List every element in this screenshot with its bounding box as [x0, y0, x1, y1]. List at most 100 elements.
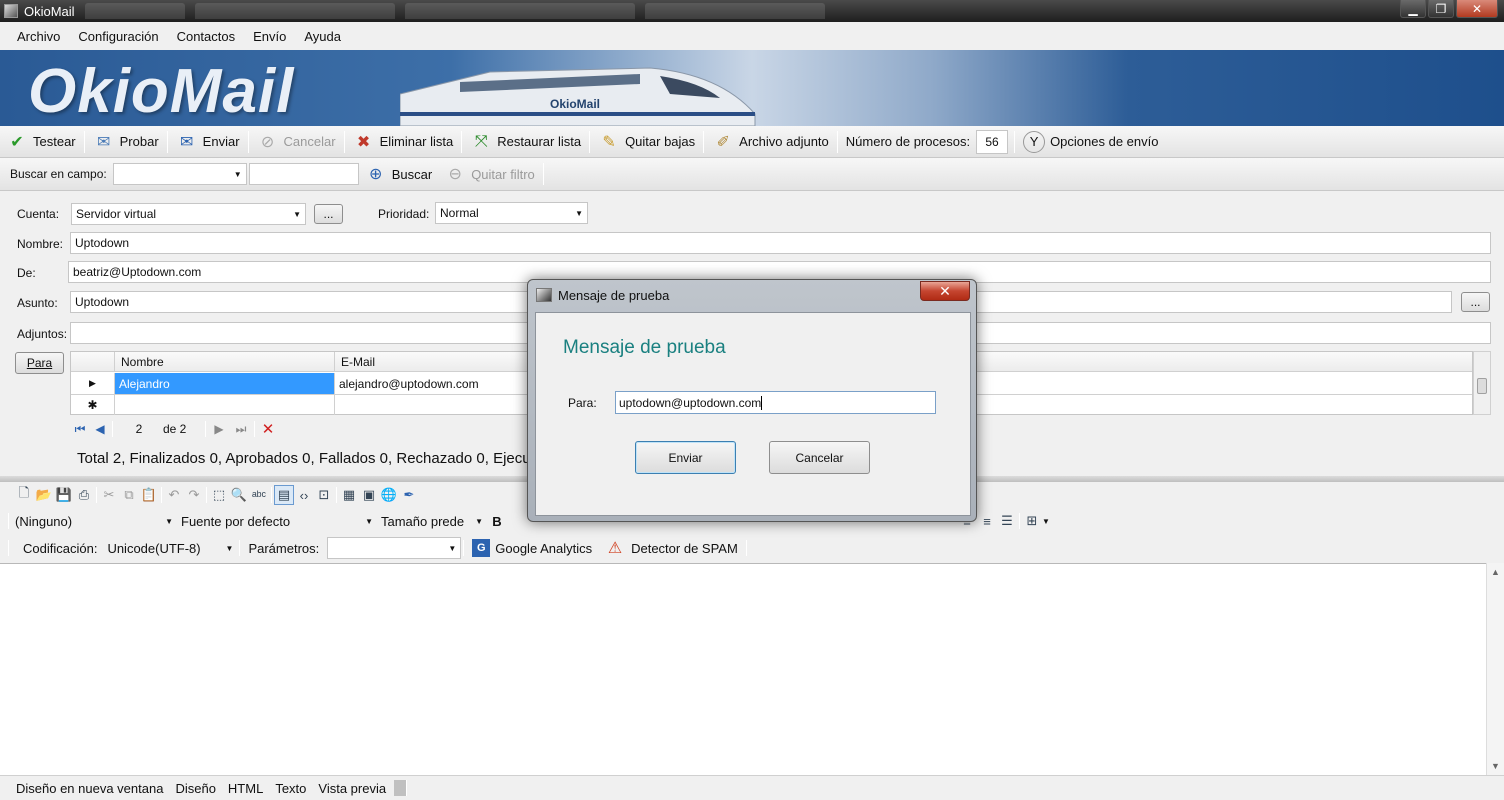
borders-icon[interactable]: ⊞ [1022, 511, 1042, 531]
align-right-icon[interactable]: ≡ [977, 511, 997, 531]
menu-ayuda[interactable]: Ayuda [295, 29, 350, 44]
dropdown-arrow-icon: ▼ [225, 543, 234, 553]
search-text-input[interactable] [248, 163, 359, 185]
nombre-input[interactable]: Uptodown [70, 232, 1491, 254]
probar-button[interactable]: ✉ Probar [87, 127, 165, 157]
cancelar-button[interactable]: ⊘ Cancelar [251, 127, 342, 157]
minimize-button[interactable]: ▁ [1400, 0, 1426, 18]
delete-row-icon[interactable]: ✕ [257, 420, 279, 438]
menu-configuracion[interactable]: Configuración [69, 29, 167, 44]
parametros-select[interactable]: ▼ [327, 537, 462, 559]
preview-icon[interactable]: ⊡ [314, 485, 334, 505]
test-message-dialog: Mensaje de prueba ✕ Mensaje de prueba Pa… [527, 279, 977, 522]
detector-spam-button[interactable]: ⚠ Detector de SPAM [598, 533, 744, 563]
codificacion-select[interactable]: Unicode(UTF-8) ▼ [103, 537, 237, 559]
asunto-browse-button[interactable]: ... [1461, 292, 1490, 312]
redo-icon[interactable]: ↷ [184, 485, 204, 505]
tab-vista-previa[interactable]: Vista previa [312, 781, 392, 796]
search-field-combo[interactable]: ▼ [112, 163, 247, 185]
cuenta-select[interactable]: Servidor virtual ▼ [71, 203, 306, 225]
tab-texto[interactable]: Texto [269, 781, 312, 796]
hyperlink-icon[interactable]: 🌐 [379, 485, 399, 505]
align-justify-icon[interactable]: ☰ [997, 511, 1017, 531]
google-analytics-button[interactable]: G Google Analytics [466, 533, 598, 563]
restaurar-lista-button[interactable]: ⤧ Restaurar lista [464, 127, 587, 157]
undo-icon[interactable]: ↶ [164, 485, 184, 505]
pen-icon[interactable]: ✒ [399, 485, 419, 505]
maximize-button[interactable]: ❐ [1428, 0, 1454, 18]
faded-tab [644, 3, 825, 19]
next-page-icon[interactable]: ▶ [208, 422, 230, 436]
quitar-bajas-button[interactable]: ✎ Quitar bajas [592, 127, 701, 157]
restore-list-icon: ⤧ [474, 132, 488, 150]
para-button[interactable]: Para [15, 352, 64, 374]
save-icon[interactable]: 💾 [54, 485, 74, 505]
spellcheck-icon[interactable]: ᵃᵇᶜ [249, 485, 269, 505]
page-number-input[interactable]: 2 [115, 422, 163, 436]
grid-scrollbar[interactable] [1473, 351, 1491, 415]
image-icon[interactable]: ▣ [359, 485, 379, 505]
dialog-cancelar-button[interactable]: Cancelar [769, 441, 870, 474]
print-icon[interactable]: ⎙ [74, 485, 94, 505]
prioridad-select[interactable]: Normal ▼ [435, 202, 588, 224]
scroll-up-icon[interactable]: ▲ [1491, 567, 1500, 577]
copy-icon[interactable]: ⧉ [119, 485, 139, 505]
dialog-body: Mensaje de prueba Para: uptodown@uptodow… [535, 312, 971, 516]
dialog-close-button[interactable]: ✕ [920, 281, 970, 301]
font-select[interactable]: Fuente por defecto ▼ [177, 510, 377, 532]
buscar-button[interactable]: ⊕ Buscar [359, 159, 438, 189]
menu-envio[interactable]: Envío [244, 29, 295, 44]
archivo-adjunto-button[interactable]: ✐ Archivo adjunto [706, 127, 835, 157]
tab-diseno[interactable]: Diseño [169, 781, 221, 796]
eliminar-lista-button[interactable]: ✖ Eliminar lista [347, 127, 460, 157]
table-row-nombre[interactable]: Alejandro [115, 373, 335, 395]
testear-button[interactable]: ✔ Testear [0, 127, 82, 157]
enviar-button[interactable]: ✉ Enviar [170, 127, 246, 157]
previous-page-icon[interactable]: ◀ [90, 422, 110, 436]
cuenta-label: Cuenta: [17, 207, 60, 221]
font-size-select[interactable]: Tamaño prede ▼ [377, 510, 487, 532]
last-page-icon[interactable]: ⏭ [230, 422, 252, 437]
check-icon: ✔ [10, 133, 24, 151]
open-folder-icon[interactable]: 📂 [34, 485, 54, 505]
totals-status: Total 2, Finalizados 0, Aprobados 0, Fal… [77, 450, 531, 467]
table-icon[interactable]: ▦ [339, 485, 359, 505]
dialog-enviar-button[interactable]: Enviar [635, 441, 736, 474]
tab-diseno-nueva-ventana[interactable]: Diseño en nueva ventana [10, 781, 169, 796]
dialog-app-icon [536, 288, 552, 302]
scroll-thumb[interactable] [1477, 378, 1487, 394]
cuenta-browse-button[interactable]: ... [314, 204, 343, 224]
new-document-icon[interactable]: 🗋 [14, 485, 34, 505]
html-view-icon[interactable]: ‹› [294, 485, 314, 505]
scroll-down-icon[interactable]: ▼ [1491, 761, 1500, 771]
opciones-envio-button[interactable]: Y Opciones de envío [1017, 127, 1164, 157]
buscar-en-campo-label: Buscar en campo: [10, 167, 107, 181]
dropdown-arrow-icon[interactable]: ▼ [1042, 517, 1050, 526]
close-button[interactable]: ✕ [1456, 0, 1498, 18]
parametros-label: Parámetros: [248, 540, 320, 556]
first-page-icon[interactable]: ⏮ [70, 422, 90, 437]
dialog-title-bar: Mensaje de prueba [528, 280, 976, 310]
menu-archivo[interactable]: Archivo [8, 29, 69, 44]
bold-icon[interactable]: B [487, 511, 507, 531]
editor-toolbar-3: Codificación: Unicode(UTF-8) ▼ Parámetros… [0, 534, 1504, 562]
design-view-icon[interactable]: ▤ [274, 485, 294, 505]
zoom-in-icon: ⊕ [369, 166, 383, 183]
editor-scrollbar[interactable]: ▲ ▼ [1486, 563, 1504, 775]
select-all-icon[interactable]: ⬚ [209, 485, 229, 505]
column-header-nombre[interactable]: Nombre [115, 352, 335, 372]
paste-icon[interactable]: 📋 [139, 485, 159, 505]
dropdown-arrow-icon: ▼ [165, 516, 173, 526]
menu-contactos[interactable]: Contactos [168, 29, 245, 44]
message-editor[interactable] [0, 563, 1504, 775]
paragraph-style-select[interactable]: (Ninguno) ▼ [11, 510, 177, 532]
options-icon: Y [1023, 130, 1046, 153]
new-row-cell[interactable] [115, 395, 335, 415]
find-icon[interactable]: 🔍 [229, 485, 249, 505]
dialog-para-input[interactable]: uptodown@uptodown.com [615, 391, 936, 414]
num-procesos-label: Número de procesos: [845, 134, 971, 149]
quitar-filtro-button[interactable]: ⊖ Quitar filtro [438, 159, 541, 189]
tab-html[interactable]: HTML [222, 781, 269, 796]
num-procesos-input[interactable]: 56 [976, 129, 1009, 154]
cut-icon[interactable]: ✂ [99, 485, 119, 505]
